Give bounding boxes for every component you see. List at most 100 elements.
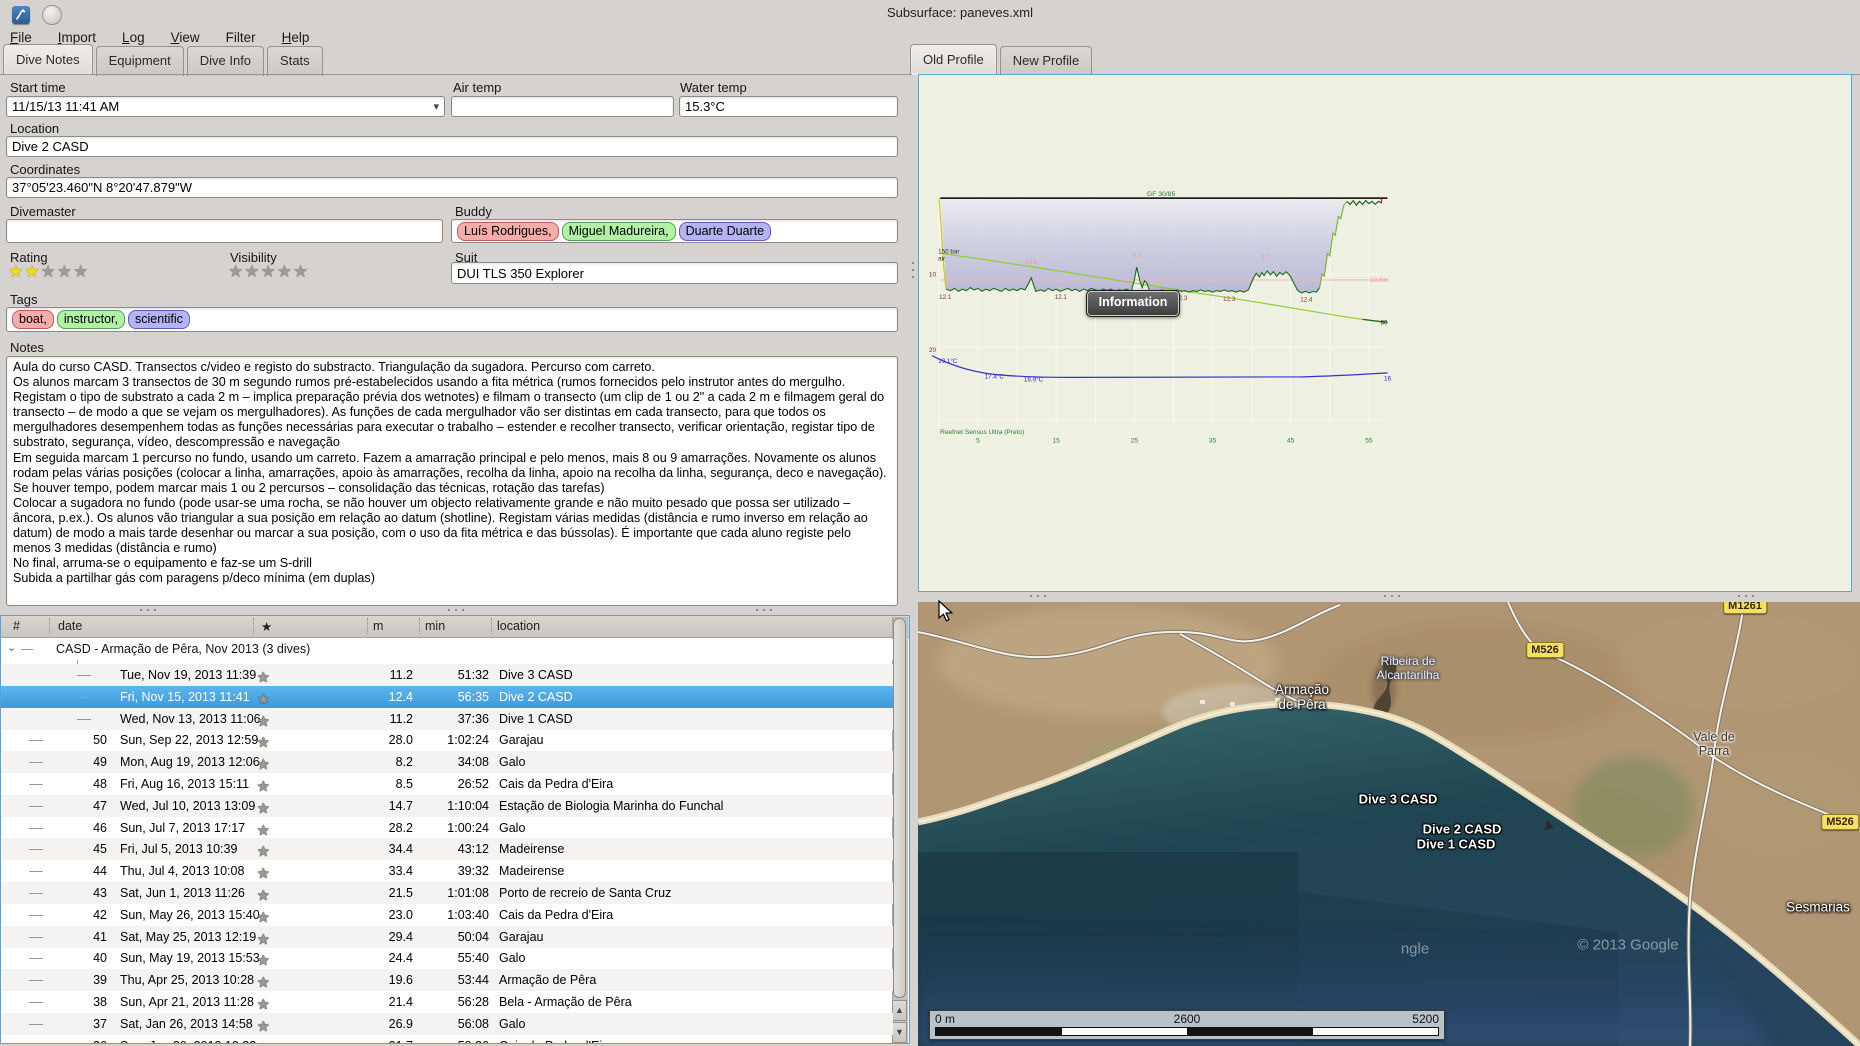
dive-row[interactable]: 44 Thu, Jul 4, 2013 10:08 ★ ★ ★ ★ ★ 33.4 39:32 Ma…	[1, 860, 893, 882]
dive-row[interactable]: 48 Fri, Aug 16, 2013 15:11 ★ ★ ★ ★ ★ 8.5 26:52 Ca…	[1, 773, 893, 795]
suit-field[interactable]: DUI TLS 350 Explorer	[451, 262, 898, 284]
tab-new-profile[interactable]: New Profile	[999, 46, 1093, 76]
dive-row[interactable]: 49 Mon, Aug 19, 2013 12:06 ★ ★ ★ ★ ★ 8.2 34:08 Ga…	[1, 751, 893, 774]
star-icon: ★	[8, 262, 25, 281]
dive-row[interactable]: 46 Sun, Jul 7, 2013 17:17 ★ ★ ★ ★ ★ 28.2 1:00:24…	[1, 817, 893, 839]
svg-text:12.4: 12.4	[1300, 297, 1313, 304]
splitter-handle[interactable]	[756, 609, 772, 611]
column-header-min[interactable]: min	[425, 619, 445, 633]
star-icon: ★	[257, 996, 273, 1012]
tab-dive-notes[interactable]: Dive Notes	[3, 44, 93, 75]
star-icon: ★	[276, 262, 293, 281]
star-icon: ★	[257, 712, 273, 729]
vertical-splitter-handle[interactable]	[912, 262, 914, 278]
buddy-field[interactable]: Luís Rodrigues, Miguel Madureira, Duarte D…	[451, 219, 898, 243]
dive-row[interactable]: 38 Sun, Apr 21, 2013 11:28 ★ ★ ★ ★ ★ 21.4 56:28 B…	[1, 991, 893, 1013]
location-label: Location	[10, 121, 60, 136]
information-button[interactable]: Information	[1086, 290, 1180, 317]
dive-row[interactable]: 37 Sat, Jan 26, 2013 14:58 ★ ★ ★ ★ ★ 26.9 56:08 G…	[1, 1012, 893, 1035]
subsurface-window: Subsurface: paneves.xml File Import Log Vie…	[0, 0, 1860, 1046]
dive-row[interactable]: 39 Thu, Apr 25, 2013 10:28 ★ ★ ★ ★ ★ 19.6 53:44 A…	[1, 969, 893, 992]
menu-filter[interactable]: Filter	[220, 28, 262, 47]
tab-equipment[interactable]: Equipment	[95, 46, 184, 76]
svg-text:35: 35	[1209, 437, 1217, 444]
app-icon	[12, 6, 30, 24]
water-temp-label: Water temp	[680, 80, 747, 95]
menu-log[interactable]: Log	[116, 28, 151, 47]
column-header-date[interactable]: date	[58, 619, 82, 633]
dive-row[interactable]: Wed, Nov 13, 2013 11:06 ★ ★ ★ ★ ★ 11.2 37:36 Div…	[1, 707, 893, 730]
road-badge-m526: M526	[1821, 814, 1859, 830]
surface-segment	[1346, 199, 1382, 207]
start-time-label: Start time	[10, 80, 66, 95]
tags-label: Tags	[10, 292, 38, 307]
star-icon: ★	[56, 262, 73, 281]
tab-old-profile[interactable]: Old Profile	[910, 44, 997, 75]
dive-row-selected[interactable]: Fri, Nov 15, 2013 11:41 ★ ★ ★ ★ ★ 12.4 56:35 Div…	[1, 685, 893, 708]
collapse-arrow-icon[interactable]: ⌄	[7, 641, 16, 654]
menu-help[interactable]: Help	[276, 28, 316, 47]
buddy-pill[interactable]: Miguel Madureira,	[561, 221, 676, 241]
svg-text:25: 25	[1131, 437, 1139, 444]
air-temp-field[interactable]	[451, 96, 674, 117]
star-icon: ★	[257, 908, 273, 925]
tab-stats[interactable]: Stats	[267, 46, 323, 76]
location-field[interactable]: Dive 2 CASD	[6, 136, 898, 157]
splitter-handle[interactable]	[140, 609, 156, 611]
right-splitter-handle[interactable]	[1384, 595, 1400, 597]
dive-row[interactable]: 40 Sun, May 19, 2013 15:53 ★ ★ ★ ★ ★ 24.4 55:40 G…	[1, 947, 893, 969]
right-splitter-handle[interactable]	[1030, 595, 1046, 597]
scroll-down-button[interactable]: ▼	[892, 1022, 907, 1043]
dive-row[interactable]: 45 Fri, Jul 5, 2013 10:39 ★ ★ ★ ★ ★ 34.4 43:12 Ma…	[1, 838, 893, 861]
scrollbar-handle[interactable]	[893, 618, 906, 998]
column-header-location[interactable]: location	[497, 619, 540, 633]
start-time-combobox[interactable]: 11/15/13 11:41 AM ▾	[6, 96, 445, 117]
notes-textarea[interactable]: Aula do curso CASD. Transectos c/video e…	[6, 356, 898, 606]
scroll-up-button[interactable]: ▲	[892, 1000, 907, 1021]
dive-row[interactable]: 47 Wed, Jul 10, 2013 13:09 ★ ★ ★ ★ ★ 14.7 1:10:0…	[1, 794, 893, 817]
dive-row[interactable]: 43 Sat, Jun 1, 2013 11:26 ★ ★ ★ ★ ★ 21.5 1:01:08…	[1, 882, 893, 904]
tag-pill[interactable]: boat,	[12, 310, 54, 329]
coordinates-field[interactable]: 37°05'23.460"N 8°20'47.879"W	[6, 177, 898, 198]
svg-text:15: 15	[1053, 437, 1061, 444]
tags-field[interactable]: boat, instructor, scientific	[6, 307, 898, 332]
window-button[interactable]	[42, 5, 62, 25]
gf-label: GF 30/85	[1147, 191, 1176, 198]
dive-row[interactable]: 41 Sat, May 25, 2013 12:19 ★ ★ ★ ★ ★ 29.4 50:04 G…	[1, 925, 893, 948]
svg-text:10: 10	[929, 272, 937, 279]
buddy-pill[interactable]: Duarte Duarte	[678, 221, 772, 241]
star-icon: ★	[257, 887, 273, 903]
column-header--[interactable]: #	[13, 619, 20, 633]
dive-list-scrollbar[interactable]: ▲ ▼	[892, 617, 908, 1043]
dive-row[interactable]: 36Sun, Jan 20, 2013 12:33★★★★★21.758:36C…	[1, 1035, 893, 1043]
tab-frame-line	[0, 74, 912, 75]
mean-depth-label: 10.8m	[1370, 277, 1388, 284]
rating-stars[interactable]: ★★★★★	[8, 263, 89, 280]
tag-pill[interactable]: scientific	[128, 310, 190, 329]
dive-row[interactable]: Tue, Nov 19, 2013 11:39 ★ ★ ★ ★ ★ 11.2 51:32 Div…	[1, 664, 893, 686]
tab-dive-info[interactable]: Dive Info	[186, 46, 265, 76]
column-header-m[interactable]: m	[373, 619, 383, 633]
tag-pill[interactable]: instructor,	[56, 310, 125, 329]
star-icon: ★	[73, 262, 90, 281]
right-splitter-handle[interactable]	[1738, 595, 1754, 597]
scale-segments	[935, 1027, 1439, 1036]
star-icon: ★	[257, 974, 273, 991]
splitter-handle[interactable]	[448, 609, 464, 611]
svg-text:9.1: 9.1	[1132, 252, 1141, 259]
chevron-down-icon[interactable]: ▾	[433, 100, 439, 113]
dive-list-header[interactable]: # date ★ m min location	[1, 616, 909, 638]
divemaster-field[interactable]	[6, 219, 443, 243]
satellite-map[interactable]: Armação de Pêra Ribeira de Alcantarilha Va…	[918, 602, 1860, 1046]
road-badge-m526: M526	[1526, 642, 1564, 658]
buddy-pill[interactable]: Luís Rodrigues,	[457, 221, 559, 241]
dive-row[interactable]: 42 Sun, May 26, 2013 15:40 ★ ★ ★ ★ ★ 23.0 1:03:4…	[1, 904, 893, 926]
column-header--[interactable]: ★	[261, 619, 272, 634]
water-temp-field[interactable]: 15.3°C	[679, 96, 898, 117]
trip-row[interactable]: ⌄ CASD - Armação de Pêra, Nov 2013 (3 div…	[1, 639, 893, 660]
gas-label: air	[938, 255, 945, 262]
coordinates-label: Coordinates	[10, 162, 81, 177]
dive-row[interactable]: 50 Sun, Sep 22, 2013 12:59 ★ ★ ★ ★ ★ 28.0 1:02:2…	[1, 729, 893, 751]
visibility-stars[interactable]: ★★★★★	[228, 263, 309, 280]
menu-view[interactable]: View	[165, 28, 206, 47]
